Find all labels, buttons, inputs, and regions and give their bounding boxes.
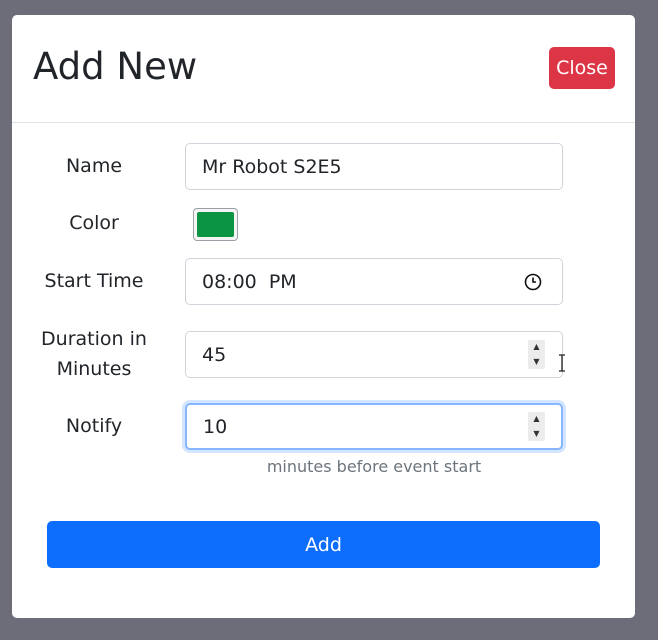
start-time-input[interactable]: 08:00 PM xyxy=(185,258,563,305)
duration-spinner[interactable]: ▲ ▼ xyxy=(528,340,545,369)
duration-value: 45 xyxy=(202,343,227,366)
notify-input[interactable]: 10 ▲ ▼ xyxy=(185,403,563,450)
notify-label: Notify xyxy=(65,415,123,437)
spin-up-icon[interactable]: ▲ xyxy=(533,415,539,423)
modal-header: Add New Close xyxy=(12,15,635,123)
spin-down-icon[interactable]: ▼ xyxy=(533,357,539,366)
spin-up-icon[interactable]: ▲ xyxy=(533,343,539,351)
notify-value: 10 xyxy=(203,415,228,438)
notify-spinner[interactable]: ▲ ▼ xyxy=(528,412,545,441)
name-label: Name xyxy=(65,155,123,177)
start-time-value: 08:00 PM xyxy=(202,270,297,293)
close-button[interactable]: Close xyxy=(549,47,615,89)
add-new-modal: Add New Close Name Mr Robot S2E5 Color S… xyxy=(12,15,635,618)
duration-input[interactable]: 45 ▲ ▼ xyxy=(185,331,563,378)
notify-hint: minutes before event start xyxy=(266,457,482,476)
spin-down-icon[interactable]: ▼ xyxy=(533,429,539,438)
duration-label-line1: Duration in xyxy=(41,328,147,350)
color-picker[interactable] xyxy=(193,208,238,241)
modal-title: Add New xyxy=(33,45,198,88)
color-swatch xyxy=(197,212,234,237)
color-label: Color xyxy=(69,212,119,234)
duration-label-line2: Minutes xyxy=(56,358,132,380)
add-button[interactable]: Add xyxy=(47,521,600,568)
start-time-label: Start Time xyxy=(44,270,144,292)
duration-label: Duration in Minutes xyxy=(32,324,156,384)
name-input-value: Mr Robot S2E5 xyxy=(202,155,342,178)
text-cursor-icon xyxy=(559,354,565,372)
name-input[interactable]: Mr Robot S2E5 xyxy=(185,143,563,190)
clock-icon[interactable] xyxy=(524,273,542,291)
